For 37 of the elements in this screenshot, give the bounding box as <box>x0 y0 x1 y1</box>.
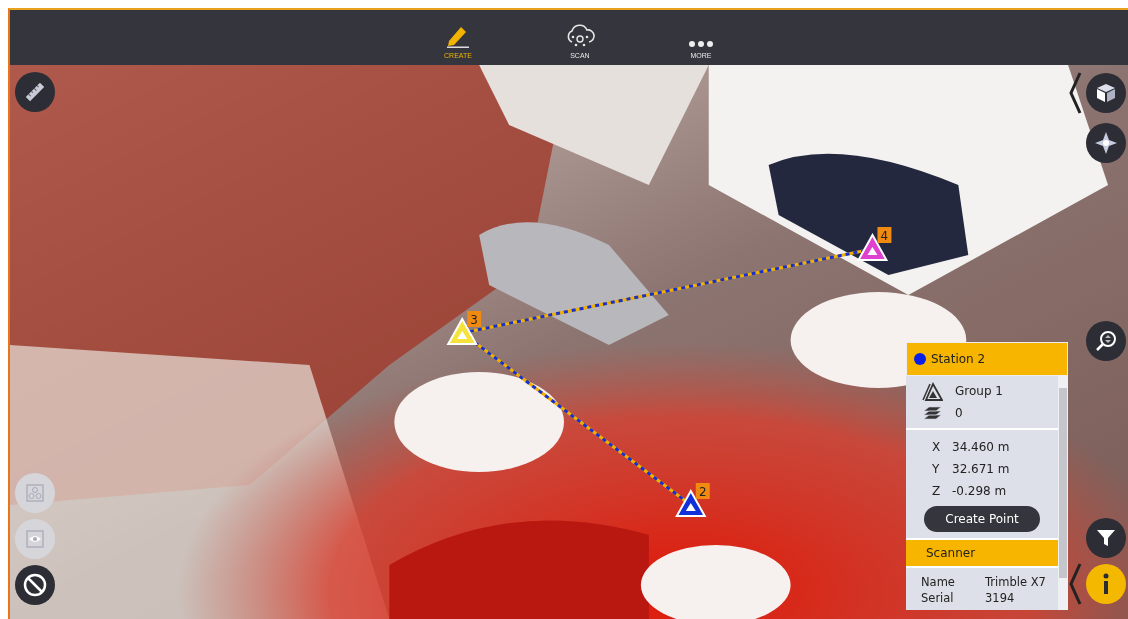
coordinate-value: 34.460 m <box>952 440 1010 454</box>
coordinate-value: -0.298 m <box>952 484 1007 498</box>
station-marker[interactable] <box>446 316 478 345</box>
station-number: 3 <box>467 311 482 327</box>
scroll-thumb[interactable] <box>1059 388 1067 578</box>
zoom-icon <box>1094 329 1118 353</box>
compass-icon <box>1094 131 1118 155</box>
coordinate-value: 32.671 m <box>952 462 1010 476</box>
layers-icon <box>921 406 943 420</box>
detail-label: Serial <box>921 591 955 605</box>
group-name: Group 1 <box>955 384 1003 398</box>
axis-label: Z <box>931 484 942 498</box>
section-header: Scanner <box>906 540 1058 566</box>
station-marker[interactable] <box>856 232 889 261</box>
detail-value: 3194 <box>985 591 1015 605</box>
station-center-icon <box>457 331 468 339</box>
axis-label: X <box>931 440 942 454</box>
eye-icon <box>25 529 45 549</box>
axis-label: Y <box>931 462 941 476</box>
filter-icon <box>1095 527 1117 549</box>
station-center-icon <box>867 247 878 255</box>
create-point-button[interactable]: Create Point <box>924 506 1040 532</box>
station-title: Station 2 <box>931 352 986 366</box>
more-icon <box>687 40 714 48</box>
detail-value: Trimble X7 <box>985 575 1046 589</box>
station-marker[interactable] <box>675 488 707 517</box>
prohibited-icon <box>23 573 47 597</box>
info-icon <box>1101 573 1111 595</box>
station-number: 4 <box>877 227 892 243</box>
triangles-icon <box>921 380 943 402</box>
layer-count: 0 <box>955 406 963 420</box>
cube-icon <box>1095 82 1117 104</box>
detail-label: Name <box>921 575 956 589</box>
circles-icon <box>25 483 45 503</box>
station-center-icon <box>685 503 696 511</box>
collapse-tab[interactable] <box>1068 71 1082 115</box>
scrollbar[interactable] <box>1058 376 1068 610</box>
